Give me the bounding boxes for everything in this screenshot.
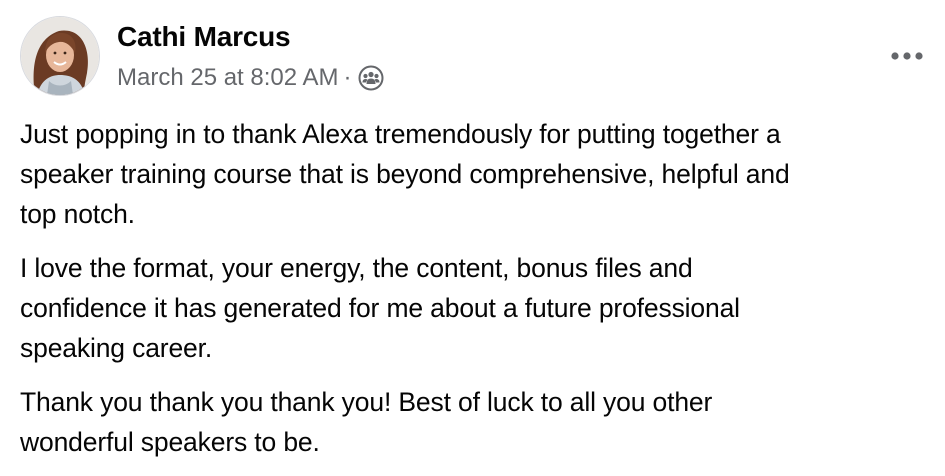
- post-text-line: Just popping in to thank Alexa tremendou…: [20, 119, 781, 149]
- more-options-icon: [891, 52, 923, 60]
- post-timestamp[interactable]: March 25 at 8:02 AM: [117, 64, 338, 92]
- post-body: Just popping in to thank Alexa tremendou…: [20, 114, 935, 476]
- post-card: Cathi Marcus March 25 at 8:02 AM · Just …: [0, 0, 945, 474]
- post-header: Cathi Marcus March 25 at 8:02 AM ·: [20, 16, 925, 96]
- post-text-line: speaker training course that is beyond c…: [20, 159, 790, 189]
- post-text-line: wonderful speakers to be.: [20, 427, 320, 457]
- post-text-line: top notch.: [20, 199, 135, 229]
- post-text-line: I love the format, your energy, the cont…: [20, 253, 693, 283]
- post-text-line: Thank you thank you thank you! Best of l…: [20, 387, 713, 417]
- meta-separator: ·: [343, 64, 352, 91]
- profile-photo-icon: [21, 17, 99, 95]
- post-text-line: speaking career.: [20, 333, 213, 363]
- more-options-button[interactable]: [889, 44, 925, 68]
- post-paragraph-2: I love the format, your energy, the cont…: [20, 248, 935, 368]
- group-audience-icon[interactable]: [358, 65, 384, 91]
- post-paragraph-3: Thank you thank you thank you! Best of l…: [20, 382, 935, 462]
- avatar[interactable]: [20, 16, 100, 96]
- post-paragraph-1: Just popping in to thank Alexa tremendou…: [20, 114, 935, 234]
- post-text-line: confidence it has generated for me about…: [20, 293, 740, 323]
- post-meta: March 25 at 8:02 AM ·: [117, 63, 384, 93]
- author-name[interactable]: Cathi Marcus: [117, 21, 291, 53]
